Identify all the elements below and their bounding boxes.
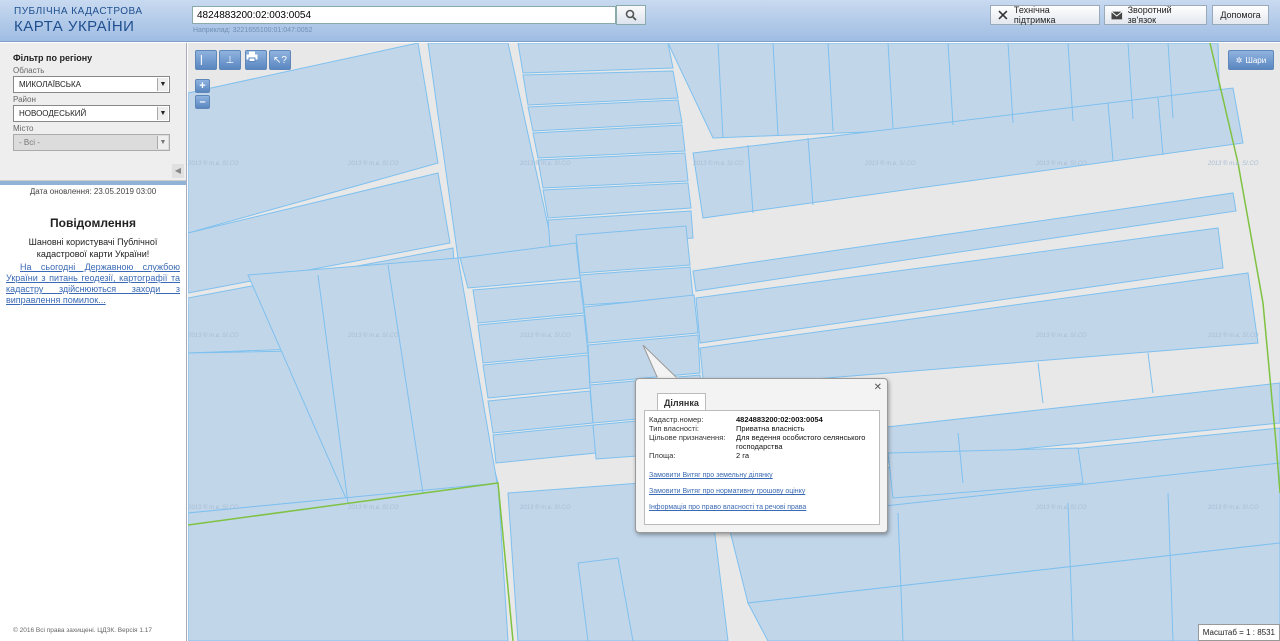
tech-support-label: Технічна підтримка: [1013, 5, 1056, 25]
oblast-label: Область: [13, 66, 45, 75]
ruler-icon: ⎸: [201, 54, 211, 66]
cadastre-value: 4824883200:02:003:0054: [736, 415, 823, 424]
oblast-value: МИКОЛАЇВСЬКА: [19, 80, 82, 89]
cadastre-label: Кадастр.номер:: [649, 415, 704, 424]
help-button[interactable]: Допомога: [1212, 5, 1269, 25]
popup-content: Кадастр.номер: 4824883200:02:003:0054 Ти…: [644, 410, 880, 525]
cadastre-search-input[interactable]: [192, 6, 616, 24]
parcel[interactable]: [537, 152, 689, 189]
notice-text: Шановні користувачі Публічної кадастрово…: [28, 237, 158, 259]
collapse-sidebar-button[interactable]: ◀: [172, 164, 184, 178]
close-icon[interactable]: ✕: [874, 382, 882, 393]
watermark: 2013 ® т.в. SI.CO: [693, 161, 744, 167]
watermark: 2013 ® т.в. SI.CO: [1208, 505, 1259, 511]
chevron-down-icon: ▼: [157, 136, 168, 149]
feedback-button[interactable]: Зворотний зв'язок: [1104, 5, 1207, 25]
city-label: Місто: [13, 124, 34, 133]
cadastre-row: Кадастр.номер: 4824883200:02:003:0054: [649, 415, 875, 424]
copyright: © 2016 Всі права захищені. ЦДЗК. Версія …: [13, 627, 153, 634]
search-icon: [625, 9, 637, 21]
rayon-select[interactable]: НОВООДЕСЬКИЙ ▼: [13, 105, 170, 122]
chevron-down-icon: ▼: [157, 107, 168, 120]
area-label: Площа:: [649, 451, 676, 460]
watermark: 2013 ® т.в. SI.CO: [520, 333, 571, 339]
area-row: Площа: 2 га: [649, 451, 875, 460]
watermark: 2013 ® т.в. SI.CO: [348, 161, 399, 167]
layers-label: Шари: [1245, 55, 1267, 65]
map-canvas[interactable]: ⎸ ⊥ ↖? + – ✲ Шари 2013 ® т.в. SI.CO 2013…: [188, 43, 1280, 641]
site-logo[interactable]: ПУБЛІЧНА КАДАСТРОВА КАРТА УКРАЇНИ: [14, 6, 143, 35]
tech-support-button[interactable]: Технічна підтримка: [990, 5, 1100, 25]
layers-button[interactable]: ✲ Шари: [1228, 50, 1274, 70]
purpose-row: Цільове призначення: Для ведення особист…: [649, 433, 875, 451]
zoom-out-button[interactable]: –: [195, 95, 210, 109]
notice-title: Повідомлення: [50, 216, 136, 230]
watermark: 2013 ® т.в. SI.CO: [1036, 505, 1087, 511]
gear-icon: ✲: [1235, 55, 1243, 65]
parcel[interactable]: [477, 314, 589, 364]
city-value: - Всі -: [19, 138, 40, 147]
oblast-select[interactable]: МИКОЛАЇВСЬКА ▼: [13, 76, 170, 93]
sidebar: Фільтр по регіону Область МИКОЛАЇВСЬКА ▼…: [0, 43, 187, 641]
watermark: 2013 ® т.в. SI.CO: [188, 333, 239, 339]
parcel[interactable]: [522, 70, 679, 106]
header-bar: ПУБЛІЧНА КАДАСТРОВА КАРТА УКРАЇНИ Наприк…: [0, 0, 1280, 42]
watermark: 2013 ® т.в. SI.CO: [520, 161, 571, 167]
ownership-label: Тип власності:: [649, 424, 699, 433]
watermark: 2013 ® т.в. SI.CO: [520, 505, 571, 511]
area-icon: ⊥: [225, 54, 235, 66]
ownership-info-link[interactable]: Інформація про право власності та речові…: [649, 504, 875, 511]
cursor-question-icon: ↖?: [273, 54, 287, 66]
rayon-value: НОВООДЕСЬКИЙ: [19, 109, 87, 118]
identify-button[interactable]: ↖?: [269, 50, 291, 70]
watermark: 2013 ® т.в. SI.CO: [188, 161, 239, 167]
watermark: 2013 ® т.в. SI.CO: [188, 505, 239, 511]
watermark: 2013 ® т.в. SI.CO: [1036, 333, 1087, 339]
logo-line2: КАРТА УКРАЇНИ: [14, 18, 135, 35]
divider: [0, 181, 186, 185]
parcel-map[interactable]: [188, 43, 1280, 641]
region-filter: Фільтр по регіону Область МИКОЛАЇВСЬКА ▼…: [0, 43, 186, 181]
popup-pointer: [642, 345, 680, 381]
order-valuation-link[interactable]: Замовити Витяг про нормативну грошову оц…: [649, 488, 875, 495]
ownership-value: Приватна власність: [736, 424, 805, 433]
tools-icon: [998, 10, 1008, 20]
scale-indicator: Масштаб = 1 : 8531: [1197, 624, 1280, 641]
watermark: 2013 ® т.в. SI.CO: [865, 161, 916, 167]
parcel-info-popup: ✕ Ділянка Кадастр.номер: 4824883200:02:0…: [635, 378, 888, 533]
parcel[interactable]: [517, 43, 674, 74]
watermark: 2013 ® т.в. SI.CO: [1208, 161, 1259, 167]
purpose-value: Для ведення особистого селянського госпо…: [736, 433, 866, 451]
notice-link[interactable]: На сьогодні Державною службою України з …: [0, 262, 186, 306]
measure-area-button[interactable]: ⊥: [219, 50, 241, 70]
watermark: 2013 ® т.в. SI.CO: [1036, 161, 1087, 167]
purpose-label: Цільове призначення:: [649, 433, 726, 442]
update-date: Дата оновлення: 23.05.2019 03:00: [29, 187, 157, 196]
search-button[interactable]: [616, 5, 646, 25]
search-hint: Наприклад: 3221655100:01:047:0052: [193, 27, 313, 34]
help-label: Допомога: [1220, 10, 1261, 20]
city-select[interactable]: - Всі - ▼: [13, 134, 170, 151]
filter-title: Фільтр по регіону: [13, 53, 93, 63]
watermark: 2013 ® т.в. SI.CO: [348, 333, 399, 339]
watermark: 2013 ® т.в. SI.CO: [1208, 333, 1259, 339]
measure-length-button[interactable]: ⎸: [195, 50, 217, 70]
order-extract-link[interactable]: Замовити Витяг про земельну ділянку: [649, 472, 875, 479]
envelope-icon: [1111, 10, 1123, 19]
printer-icon: [246, 51, 258, 62]
area-value: 2 га: [736, 451, 749, 460]
tab-parcel[interactable]: Ділянка: [657, 393, 706, 411]
ownership-row: Тип власності: Приватна власність: [649, 424, 875, 433]
zoom-in-button[interactable]: +: [195, 79, 210, 93]
rayon-label: Район: [13, 95, 36, 104]
watermark: 2013 ® т.в. SI.CO: [348, 505, 399, 511]
logo-line1: ПУБЛІЧНА КАДАСТРОВА: [14, 6, 143, 17]
feedback-label: Зворотний зв'язок: [1127, 5, 1172, 25]
print-button[interactable]: [245, 50, 267, 70]
chevron-down-icon: ▼: [157, 78, 168, 91]
